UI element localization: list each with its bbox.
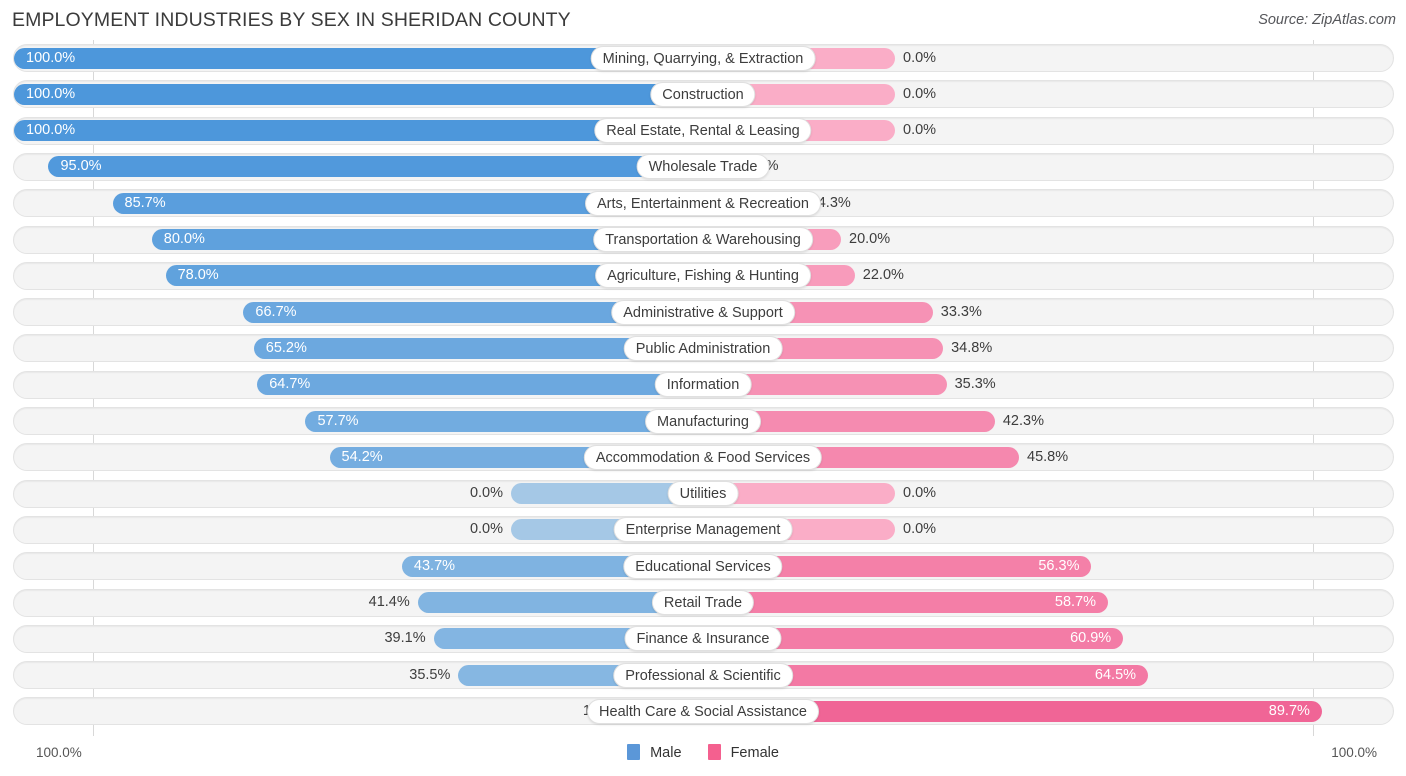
female-value-label: 56.3% (1038, 557, 1080, 574)
chart-row: 0.0% 0.0% Utilities (0, 476, 1406, 512)
category-label[interactable]: Transportation & Warehousing (593, 227, 813, 252)
male-value-label: 57.7% (317, 412, 359, 429)
chart-row: 57.7% 42.3% Manufacturing (0, 403, 1406, 439)
male-value-label: 0.0% (469, 521, 503, 538)
male-value-label: 78.0% (177, 267, 219, 284)
female-value-label: 64.5% (1094, 666, 1137, 683)
category-label[interactable]: Real Estate, Rental & Leasing (594, 118, 812, 144)
male-value-label: 100.0% (26, 85, 76, 102)
male-value-label: 85.7% (124, 194, 166, 211)
category-label[interactable]: Retail Trade (651, 590, 755, 615)
female-value-label: 45.8% (1027, 448, 1069, 465)
female-value-label: 20.0% (849, 231, 891, 247)
category-label[interactable]: Administrative & Support (611, 299, 795, 325)
category-label[interactable]: Educational Services (623, 553, 783, 579)
category-label[interactable]: Professional & Scientific (613, 662, 793, 688)
source-attribution: Source: ZipAtlas.com (1258, 12, 1396, 28)
male-value-label: 0.0% (469, 485, 503, 502)
male-value-label: 54.2% (341, 448, 383, 465)
category-label[interactable]: Construction (650, 81, 756, 107)
chart-legend: Male Female (0, 744, 1406, 761)
chart-row: 65.2% 34.8% Public Administration (0, 330, 1406, 366)
chart-footer: 100.0% Male Female 100.0% (0, 736, 1406, 776)
category-label[interactable]: Accommodation & Food Services (583, 444, 823, 470)
chart-row: 0.0% 0.0% Enterprise Management (0, 512, 1406, 548)
axis-max-right: 100.0% (1331, 745, 1377, 760)
chart-row: 95.0%5.0%Wholesale Trade (0, 149, 1406, 185)
category-label[interactable]: Public Administration (623, 335, 783, 361)
male-value-label: 100.0% (26, 49, 76, 66)
female-value-label: 0.0% (903, 49, 937, 66)
male-bar[interactable] (257, 374, 703, 396)
male-color-swatch (627, 744, 641, 760)
category-label[interactable]: Finance & Insurance (624, 626, 782, 652)
legend-item-male[interactable]: Male (627, 744, 682, 761)
male-value-label: 65.2% (265, 339, 307, 356)
chart-header: EMPLOYMENT INDUSTRIES BY SEX IN SHERIDAN… (0, 0, 1406, 40)
category-label[interactable]: Manufacturing (645, 408, 761, 434)
female-value-label: 34.8% (951, 339, 993, 356)
female-value-label: 33.3% (940, 303, 982, 320)
chart-row: 35.5% 64.5% Professional & Scientific (0, 657, 1406, 693)
legend-label-male: Male (650, 745, 682, 761)
female-value-label: 22.0% (862, 267, 904, 284)
female-value-label: 0.0% (903, 521, 937, 538)
category-label[interactable]: Health Care & Social Assistance (587, 698, 819, 724)
male-value-label: 64.7% (269, 376, 311, 393)
category-label[interactable]: Arts, Entertainment & Recreation (585, 190, 821, 216)
male-value-label: 66.7% (255, 303, 297, 320)
female-value-label: 0.0% (903, 485, 937, 502)
chart-row: 78.0% 22.0% Agriculture, Fishing & Hunting (0, 258, 1406, 294)
legend-item-female[interactable]: Female (707, 744, 779, 761)
female-value-label: 35.3% (954, 376, 996, 393)
chart-row: 85.7% 14.3% Arts, Entertainment & Recreati… (0, 185, 1406, 221)
chart-row: 100.0% 0.0% Mining, Quarrying, & Extractio… (0, 40, 1406, 76)
male-bar[interactable] (14, 83, 703, 105)
chart-row: 39.1% 60.9% Finance & Insurance (0, 621, 1406, 657)
chart-row: 54.2% 45.8% Accommodation & Food Services (0, 439, 1406, 475)
chart-row: 43.7% 56.3% Educational Services (0, 548, 1406, 584)
chart-row: 100.0% 0.0% Construction (0, 76, 1406, 112)
female-value-label: 58.7% (1054, 594, 1097, 610)
diverging-bar-chart: 100.0% 0.0% Mining, Quarrying, & Extractio… (0, 40, 1406, 736)
male-bar[interactable] (305, 410, 703, 432)
category-label[interactable]: Wholesale Trade (636, 154, 770, 180)
category-label[interactable]: Mining, Quarrying, & Extraction (590, 45, 816, 71)
male-value-label: 100.0% (26, 122, 76, 139)
page-title: EMPLOYMENT INDUSTRIES BY SEX IN SHERIDAN… (12, 9, 571, 31)
female-color-swatch (707, 744, 721, 760)
chart-row: 100.0% 0.0% Real Estate, Rental & Leasing (0, 113, 1406, 149)
chart-row: 80.0% 20.0% Transportation & Warehousing (0, 222, 1406, 258)
category-label[interactable]: Agriculture, Fishing & Hunting (595, 263, 811, 289)
female-value-label: 42.3% (1002, 412, 1044, 429)
category-label[interactable]: Enterprise Management (613, 517, 793, 543)
male-value-label: 80.0% (163, 231, 205, 247)
legend-label-female: Female (730, 745, 779, 761)
chart-row: 10.3%89.7%Health Care & Social Assistanc… (0, 693, 1406, 729)
female-value-label: 0.0% (903, 85, 937, 102)
male-bar[interactable] (48, 156, 703, 178)
female-value-label: 60.9% (1070, 630, 1112, 647)
category-label[interactable]: Utilities (667, 481, 739, 507)
chart-row: 64.7% 35.3% Information (0, 367, 1406, 403)
chart-row: 41.4% 58.7% Retail Trade (0, 585, 1406, 621)
chart-row: 66.7% 33.3% Administrative & Support (0, 294, 1406, 330)
female-value-label: 0.0% (903, 122, 937, 139)
category-label[interactable]: Information (654, 372, 752, 398)
male-value-label: 95.0% (60, 158, 102, 175)
